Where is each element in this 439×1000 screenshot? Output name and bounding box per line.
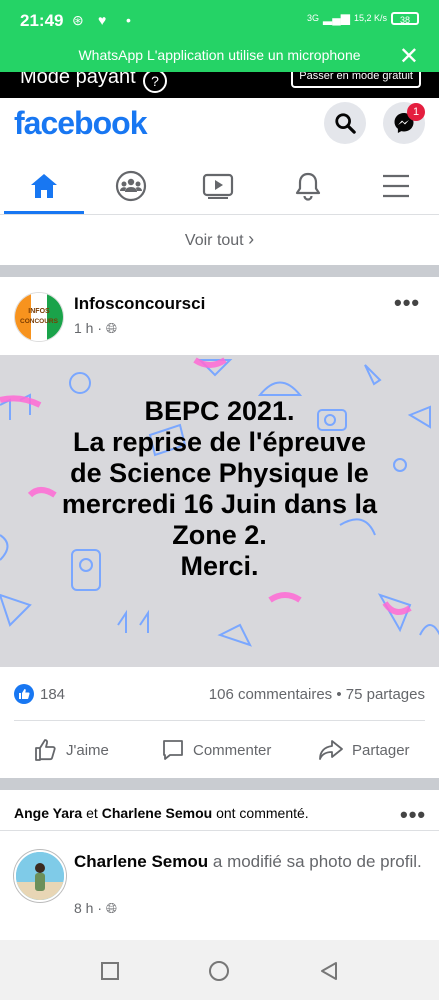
comment-label: Commenter [193, 741, 272, 759]
globe-icon: 🌐︎ [105, 900, 118, 916]
speed-label: 15,2 K/s [353, 13, 387, 23]
see-all-label: Voir tout [184, 232, 244, 249]
status-right: 3G ▂▄▆ 15,2 K/s 38 [307, 11, 419, 25]
signal-icon: ▂▄▆ [323, 11, 350, 25]
bell-icon [295, 172, 320, 201]
divider [14, 720, 425, 721]
svg-text:CONCOURS: CONCOURS [20, 318, 59, 325]
activity-header: Ange Yara et Charlene Semou ont commenté… [14, 805, 309, 821]
post-line: mercredi 16 Juin dans la [61, 489, 378, 519]
story-author[interactable]: Charlene Semou [74, 852, 208, 871]
share-icon [319, 740, 343, 760]
post-line: BEPC 2021. [144, 396, 295, 426]
back-icon[interactable] [318, 960, 340, 982]
dot-icon: • [126, 12, 131, 28]
story-action: a modifié sa photo de profil. [212, 852, 422, 871]
post-line: Merci. [180, 551, 259, 581]
whatsapp-mic-banner[interactable]: WhatsApp L'application utilise un microp… [0, 40, 439, 72]
post-meta: 1 h · 🌐︎ [74, 320, 118, 336]
banner-text: WhatsApp L'application utilise un microp… [78, 47, 361, 63]
story-meta: 8 h · 🌐︎ [74, 900, 118, 916]
free-mode-button[interactable]: Passer en mode gratuit [291, 72, 421, 88]
activity-connector: et [86, 805, 98, 821]
nav-notifications[interactable] [264, 158, 351, 214]
thumbs-up-icon [35, 739, 56, 761]
comment-button[interactable]: Commenter [161, 735, 271, 765]
comment-icon [163, 740, 183, 760]
post-line: La reprise de l'épreuve [72, 427, 367, 457]
chevron-right-icon: › [248, 229, 255, 249]
story-text: Charlene Semou a modifié sa photo de pro… [74, 850, 424, 874]
video-icon [202, 173, 233, 199]
shares-count[interactable]: 75 partages [346, 686, 425, 703]
section-separator [0, 265, 439, 277]
battery-icon: 38 [391, 11, 419, 25]
facebook-logo[interactable]: facebook [14, 105, 147, 142]
like-label: J'aime [66, 741, 109, 759]
globe-icon: 🌐︎ [105, 320, 118, 336]
home-nav-icon[interactable] [208, 960, 230, 982]
post-line: Zone 2. [172, 520, 267, 550]
activity-more-button[interactable]: ••• [400, 802, 426, 828]
activity-name-2[interactable]: Charlene Semou [102, 805, 212, 821]
engagement-counts[interactable]: 106 commentaires • 75 partages [209, 686, 425, 703]
post-time: 1 h [74, 320, 94, 336]
section-separator [0, 778, 439, 790]
post-line: de Science Physique le [70, 458, 369, 488]
mode-payant-bar: Mode payant ? Passer en mode gratuit [0, 72, 439, 98]
status-time: 21:49 [20, 11, 64, 30]
recent-apps-icon[interactable] [100, 961, 120, 981]
see-all-link[interactable]: Voir tout › [0, 229, 439, 250]
activity-name-1[interactable]: Ange Yara [14, 805, 82, 821]
activity-suffix: ont commenté. [216, 805, 309, 821]
mode-label: Mode payant [20, 72, 136, 88]
share-button[interactable]: Partager [318, 735, 410, 765]
post-image[interactable]: BEPC 2021. La reprise de l'épreuve de Sc… [0, 355, 439, 667]
avatar[interactable] [14, 850, 66, 902]
share-label: Partager [352, 741, 410, 759]
close-icon[interactable]: ✕ [399, 42, 419, 71]
search-button[interactable] [324, 102, 366, 144]
post-text: BEPC 2021. La reprise de l'épreuve de Sc… [0, 396, 439, 582]
reactions-count: 184 [40, 685, 66, 703]
svg-text:INFOS: INFOS [28, 308, 50, 315]
like-reaction-icon [14, 684, 34, 704]
post-author[interactable]: Infosconcoursci [74, 294, 205, 314]
divider [0, 830, 439, 831]
infosconcours-logo-icon: INFOS CONCOURS [15, 293, 63, 341]
messenger-badge: 1 [407, 103, 425, 121]
network-label: 3G [306, 13, 319, 23]
nav-home[interactable] [0, 158, 87, 214]
main-nav [0, 158, 439, 214]
post-more-button[interactable]: ••• [394, 290, 420, 316]
info-icon[interactable]: ? [143, 72, 167, 93]
android-navigation-bar [0, 940, 439, 1000]
home-icon [30, 174, 57, 198]
nav-watch[interactable] [174, 158, 261, 214]
nav-divider [0, 214, 439, 215]
comments-count[interactable]: 106 commentaires [209, 686, 332, 703]
nav-menu[interactable] [352, 158, 439, 214]
reactions-summary[interactable]: 184 [14, 684, 65, 704]
hamburger-icon [382, 174, 409, 198]
avatar[interactable]: INFOS CONCOURS [14, 292, 64, 342]
app-icon: ⊛ [72, 12, 84, 28]
nav-groups[interactable] [87, 158, 174, 214]
like-button[interactable]: J'aime [34, 735, 109, 765]
groups-icon [115, 170, 146, 202]
story-time: 8 h [74, 900, 94, 916]
search-icon [335, 113, 356, 134]
status-bar: 21:49 ⊛ ♥ • 3G ▂▄▆ 15,2 K/s 38 [0, 0, 439, 40]
profile-photo-icon [16, 852, 64, 900]
heart-icon: ♥ [98, 12, 107, 28]
